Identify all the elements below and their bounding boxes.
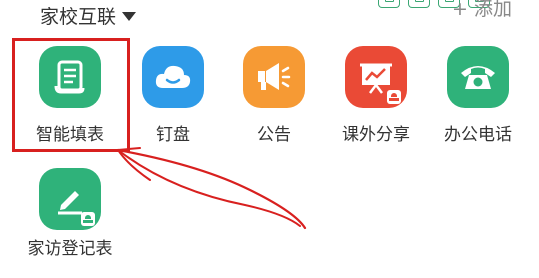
app-label: 钉盘 [156,125,190,145]
user-badge-icon [387,90,401,104]
presentation-chart-icon [345,46,407,108]
toolbar-icon-2[interactable] [408,0,430,8]
app-tile-home-visit-register[interactable]: 家访登记表 [22,168,118,261]
annotation-highlight-box [12,38,130,152]
group-title: 家校互联 [40,6,117,28]
caret-down-icon [122,12,137,21]
megaphone-icon [243,46,305,108]
app-label: 办公电话 [444,125,512,145]
add-button[interactable]: + 添加 [452,0,512,21]
app-tile-announcement[interactable]: 公告 [226,46,322,145]
pen-icon [39,168,101,230]
app-tile-dingpan[interactable]: 钉盘 [125,46,221,145]
toolbar-icon-1[interactable] [378,0,400,8]
cloud-icon [142,46,204,108]
group-title-dropdown[interactable]: 家校互联 [40,2,137,29]
app-label: 公告 [257,125,291,145]
app-label: 家访登记表 [27,239,113,259]
app-label: 课外分享 [342,125,410,145]
app-tile-office-phone[interactable]: 办公电话 [430,46,526,145]
telephone-icon [447,46,509,108]
user-badge-icon [81,212,95,226]
app-page: 家校互联 + 添加 智能填表 钉盘 公告 课外分享 办公电话 家访登记表 [0,0,539,278]
app-tile-extracurricular-share[interactable]: 课外分享 [328,46,424,145]
